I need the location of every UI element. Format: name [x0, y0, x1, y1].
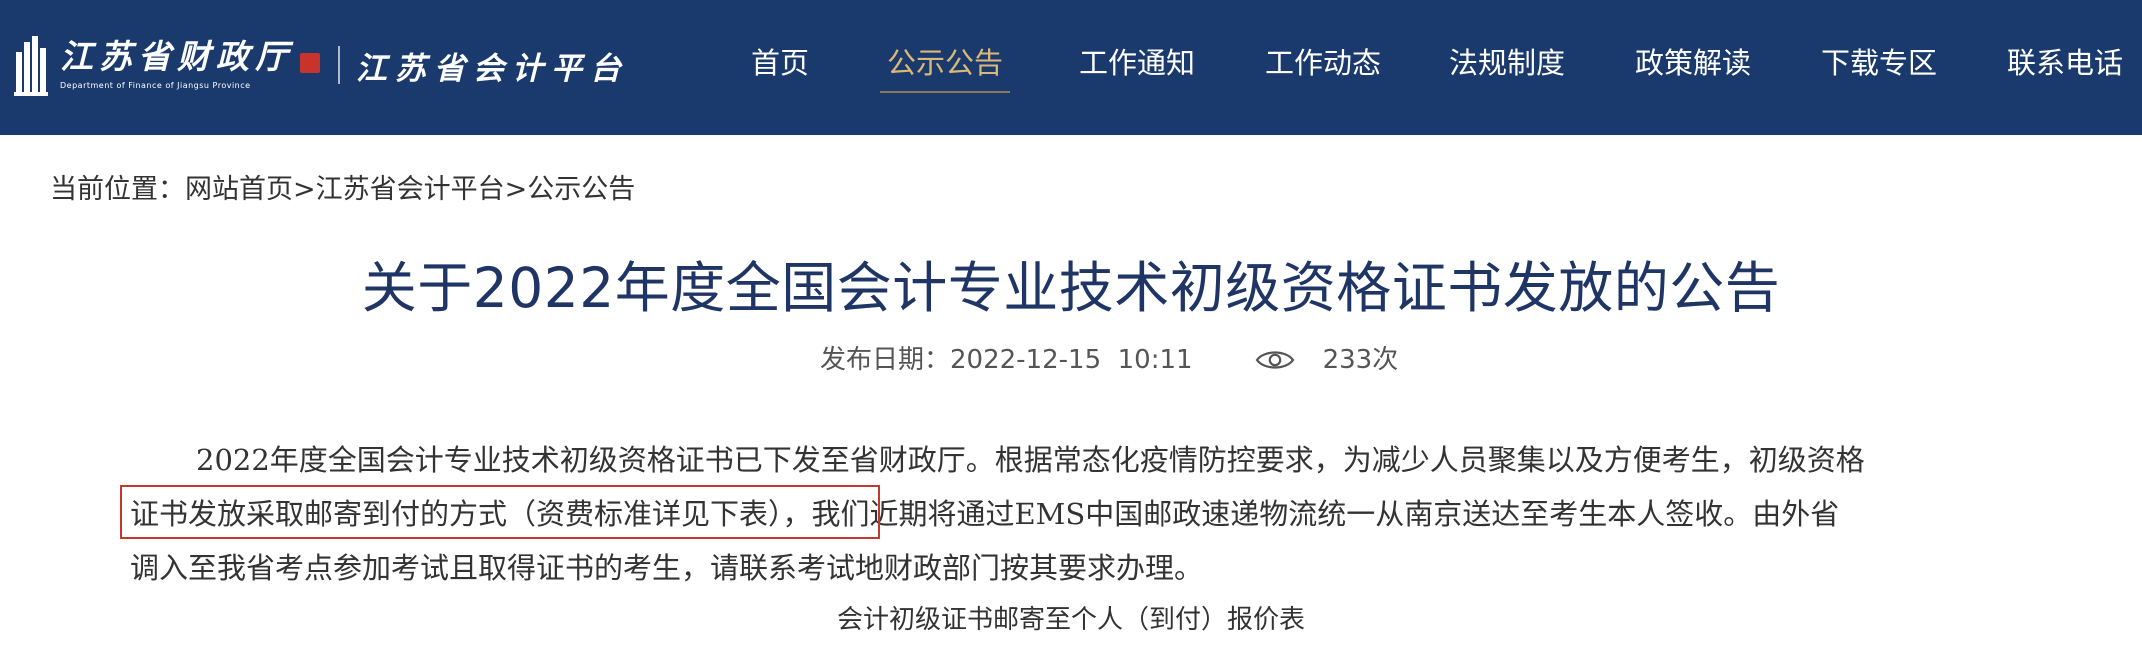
- nav-item-home[interactable]: 首页: [750, 43, 810, 83]
- logo-title: 江苏省财政厅: [60, 37, 294, 76]
- breadcrumb-prefix: 当前位置：: [50, 174, 185, 205]
- nav-item-contact[interactable]: 联系电话: [2006, 43, 2124, 83]
- breadcrumb-link-home[interactable]: 网站首页: [185, 174, 293, 205]
- logo-subtitle: Department of Finance of Jiangsu Provinc…: [60, 81, 251, 90]
- breadcrumb-link-announcements[interactable]: 公示公告: [527, 174, 635, 205]
- article-meta: 发布日期： 2022-12-15 10:11 233次: [820, 342, 1398, 378]
- nav-item-downloads[interactable]: 下载专区: [1820, 43, 1938, 83]
- highlight-annotation-box: [120, 485, 880, 539]
- table-caption: 会计初级证书邮寄至个人（到付）报价表: [836, 605, 1305, 635]
- site-header: 江苏省财政厅 Department of Finance of Jiangsu …: [0, 0, 2142, 135]
- nav-item-work-notices[interactable]: 工作通知: [1078, 43, 1196, 83]
- platform-name: 江苏省会计平台: [356, 50, 629, 87]
- nav-item-announcements[interactable]: 公示公告: [880, 43, 1010, 93]
- logo-divider: [338, 46, 340, 84]
- paragraph-line: 调入至我省考点参加考试且取得证书的考生，请联系考试地财政部门按其要求办理。: [130, 551, 1204, 585]
- nav-active-underline: [880, 91, 1010, 93]
- nav-item-policy-interpretation[interactable]: 政策解读: [1634, 43, 1752, 83]
- breadcrumb-link-platform[interactable]: 江苏省会计平台: [316, 174, 505, 205]
- paragraph-line: 2022年度全国会计专业技术初级资格证书已下发至省财政厅。根据常态化疫情防控要求…: [196, 443, 1865, 477]
- nav-item-work-news[interactable]: 工作动态: [1264, 43, 1382, 83]
- logo-text: 江苏省财政厅 Department of Finance of Jiangsu …: [60, 37, 320, 93]
- building-emblem-icon: [14, 36, 48, 96]
- publish-datetime: 2022-12-15 10:11: [950, 345, 1193, 375]
- view-count: 233次: [1255, 342, 1399, 378]
- nav-item-regulations[interactable]: 法规制度: [1448, 43, 1566, 83]
- breadcrumb: 当前位置：网站首页>江苏省会计平台>公示公告: [50, 172, 635, 208]
- views-value: 233次: [1322, 345, 1399, 375]
- breadcrumb-separator: >: [504, 174, 528, 205]
- article-title: 关于2022年度全国会计专业技术初级资格证书发放的公告: [361, 256, 1781, 320]
- breadcrumb-separator: >: [293, 174, 316, 205]
- red-seal-icon: [300, 53, 320, 73]
- site-logo[interactable]: 江苏省财政厅 Department of Finance of Jiangsu …: [14, 30, 629, 100]
- nav-item-label: 公示公告: [886, 46, 1003, 80]
- eye-icon: [1255, 351, 1294, 369]
- publish-label: 发布日期：: [820, 345, 951, 375]
